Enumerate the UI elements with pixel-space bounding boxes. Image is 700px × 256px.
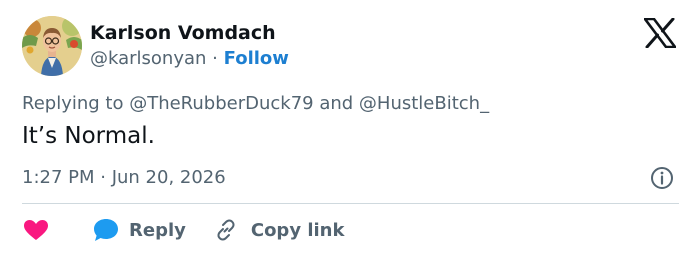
speech-bubble-icon: [94, 219, 118, 241]
like-button[interactable]: [22, 219, 50, 241]
author-handle[interactable]: @karlsonyan: [90, 48, 206, 69]
copy-link-label: Copy link: [250, 219, 345, 241]
handle-separator: ·: [212, 48, 218, 69]
x-logo-icon[interactable]: [643, 17, 677, 49]
avatar[interactable]: [22, 16, 82, 76]
replying-to: Replying to @TheRubberDuck79 and @Hustle…: [22, 93, 490, 114]
copy-link-button[interactable]: Copy link: [186, 218, 345, 242]
link-icon: [217, 219, 235, 241]
tweet-text: It’s Normal.: [22, 123, 155, 149]
follow-button[interactable]: Follow: [224, 48, 289, 69]
tweet-timestamp[interactable]: 1:27 PM · Jun 20, 2026: [22, 167, 226, 188]
heart-icon: [24, 220, 48, 240]
reply-button[interactable]: Reply: [50, 217, 186, 243]
reply-label: Reply: [129, 219, 186, 241]
action-bar: Reply Copy link: [22, 214, 344, 246]
divider: [22, 203, 679, 204]
author-name[interactable]: Karlson Vomdach: [90, 22, 276, 44]
tweet-card: Karlson Vomdach @karlsonyan · Follow Rep…: [0, 0, 700, 256]
author-handle-row: @karlsonyan · Follow: [90, 48, 289, 69]
info-icon[interactable]: [650, 166, 674, 190]
